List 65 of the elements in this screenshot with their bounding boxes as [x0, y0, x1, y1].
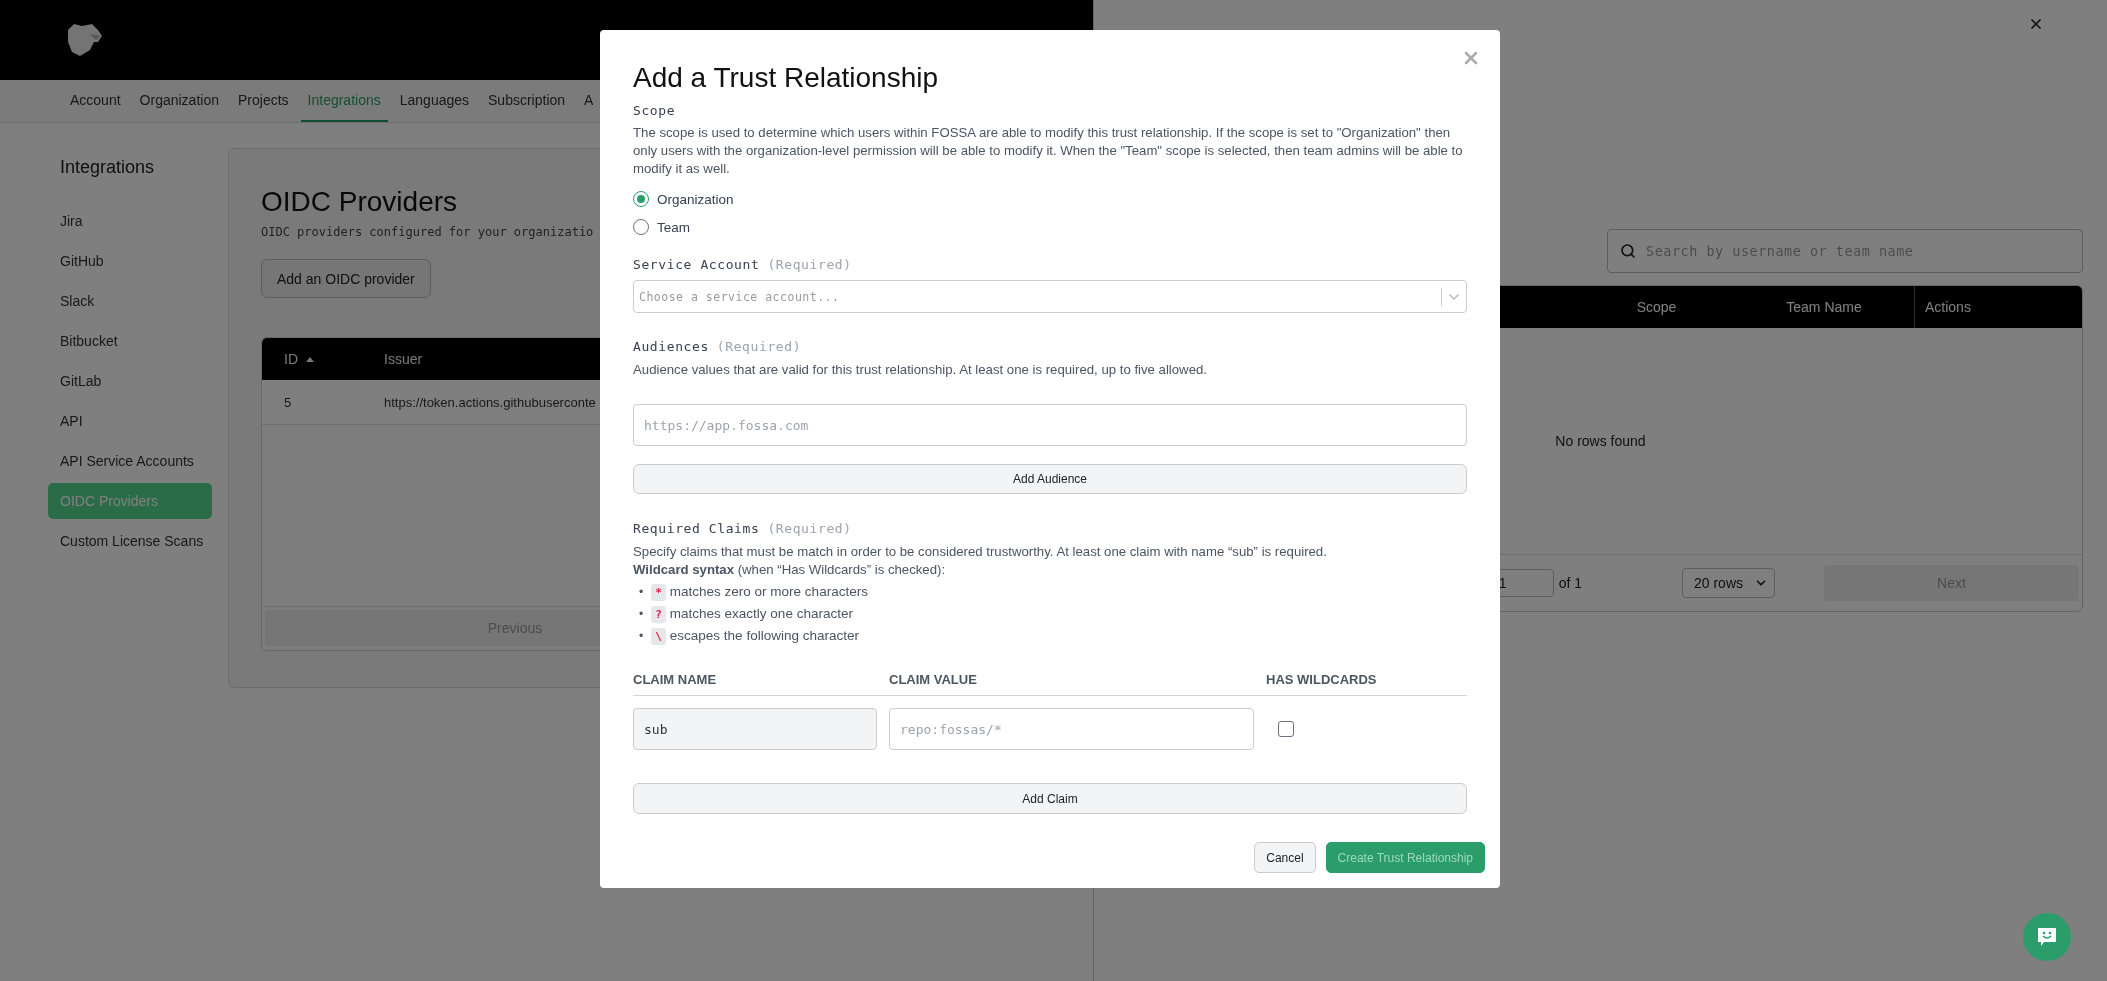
- syntax-description: matches zero or more characters: [669, 583, 868, 601]
- audience-field[interactable]: https://app.fossa.com: [633, 404, 1467, 446]
- table-cell-text: 5: [283, 394, 293, 410]
- sidebar-item[interactable]: Custom License Scans: [48, 523, 212, 559]
- add-audience-button[interactable]: Add Audience: [633, 464, 1467, 494]
- required-note: (Required): [767, 256, 852, 274]
- claim-value-field[interactable]: repo:fossas/*: [889, 708, 1254, 750]
- column-header: HAS WILDCARDS: [1266, 671, 1378, 689]
- required-note: (Required): [716, 338, 802, 356]
- rows-per-page-select[interactable]: 20 rows: [1682, 568, 1775, 598]
- audiences-description: Audience values that are valid for this trust relationship. At least one is required, up to five allowed.: [633, 361, 1208, 379]
- close-icon[interactable]: [2028, 16, 2044, 32]
- page-subtitle: OIDC providers configured for your organizatio: [261, 225, 594, 239]
- syntax-description: escapes the following character: [669, 627, 859, 645]
- table-cell-text: https://token.actions.githubuserconte: [383, 394, 597, 410]
- radio-label[interactable]: Team: [657, 219, 690, 235]
- nav-tab[interactable]: Languages: [392, 80, 477, 122]
- sidebar-item[interactable]: API Service Accounts: [48, 443, 212, 479]
- scope-description: The scope is used to determine which users within FOSSA are able to modify this trust relationship. If the scope is set to "Organization" then only users with the organization-level permission will be able to modify it. When the "Team" scope is selected, then team admins will be able to modify it as well.: [633, 124, 1464, 178]
- sidebar-item[interactable]: Jira: [48, 203, 212, 239]
- sidebar-item[interactable]: Slack: [48, 283, 212, 319]
- nav-tab[interactable]: Integrations: [300, 80, 388, 122]
- column-header[interactable]: Issuer: [384, 351, 423, 367]
- bullet: •: [639, 628, 644, 645]
- sidebar-item[interactable]: GitLab: [48, 363, 212, 399]
- column-header[interactable]: Team Name: [1734, 286, 1914, 328]
- column-header: CLAIM NAME: [633, 671, 718, 689]
- column-header[interactable]: ID: [284, 351, 298, 367]
- bullet: •: [639, 584, 644, 601]
- nav-tab[interactable]: Subscription: [481, 80, 573, 122]
- dialog-title: Add a Trust Relationship: [633, 61, 940, 95]
- column-header: CLAIM VALUE: [889, 671, 978, 689]
- code-symbol: *: [651, 583, 666, 601]
- search-icon: [1620, 243, 1636, 259]
- field-label: Scope: [633, 102, 676, 120]
- nav-tab[interactable]: A: [577, 80, 600, 122]
- bullet: •: [639, 606, 644, 623]
- claims-description: Specify claims that must be match in order to be considered trustworthy. At least one claim with name “sub” is required.: [633, 543, 1328, 561]
- nav-tab[interactable]: Organization: [132, 80, 226, 122]
- nav-tab[interactable]: Account: [63, 80, 128, 122]
- code-symbol: ?: [651, 605, 666, 623]
- empty-message: No rows found: [1555, 433, 1646, 449]
- sidebar-item[interactable]: GitHub: [48, 243, 212, 279]
- field-label: Audiences: [633, 338, 709, 356]
- add-claim-button[interactable]: Add Claim: [633, 783, 1467, 814]
- syntax-description: matches exactly one character: [669, 605, 853, 623]
- page-total: of 1: [1558, 575, 1582, 591]
- sidebar-item[interactable]: API: [48, 403, 212, 439]
- column-header[interactable]: Actions: [1914, 286, 1979, 328]
- wildcard-syntax-intro: Wildcard syntax (when “Has Wildcards” is checked):: [633, 561, 947, 579]
- service-account-select[interactable]: Choose a service account...: [633, 280, 1467, 313]
- page-title: OIDC Providers: [261, 185, 459, 219]
- checkbox[interactable]: [1278, 721, 1294, 737]
- add-provider-button[interactable]: Add an OIDC provider: [261, 259, 431, 298]
- cancel-button[interactable]: Cancel: [1254, 842, 1316, 873]
- nav-tab[interactable]: Projects: [231, 80, 296, 122]
- field-label: Required Claims: [633, 520, 760, 538]
- radio-label[interactable]: Organization: [657, 191, 734, 207]
- required-note: (Required): [767, 520, 852, 538]
- claim-name-field[interactable]: sub: [633, 708, 877, 750]
- sidebar-title: Integrations: [60, 156, 156, 178]
- field-label: Service Account: [633, 256, 760, 274]
- sidebar-item[interactable]: Bitbucket: [48, 323, 212, 359]
- column-header[interactable]: Scope: [1579, 286, 1734, 328]
- code-symbol: \: [651, 627, 666, 645]
